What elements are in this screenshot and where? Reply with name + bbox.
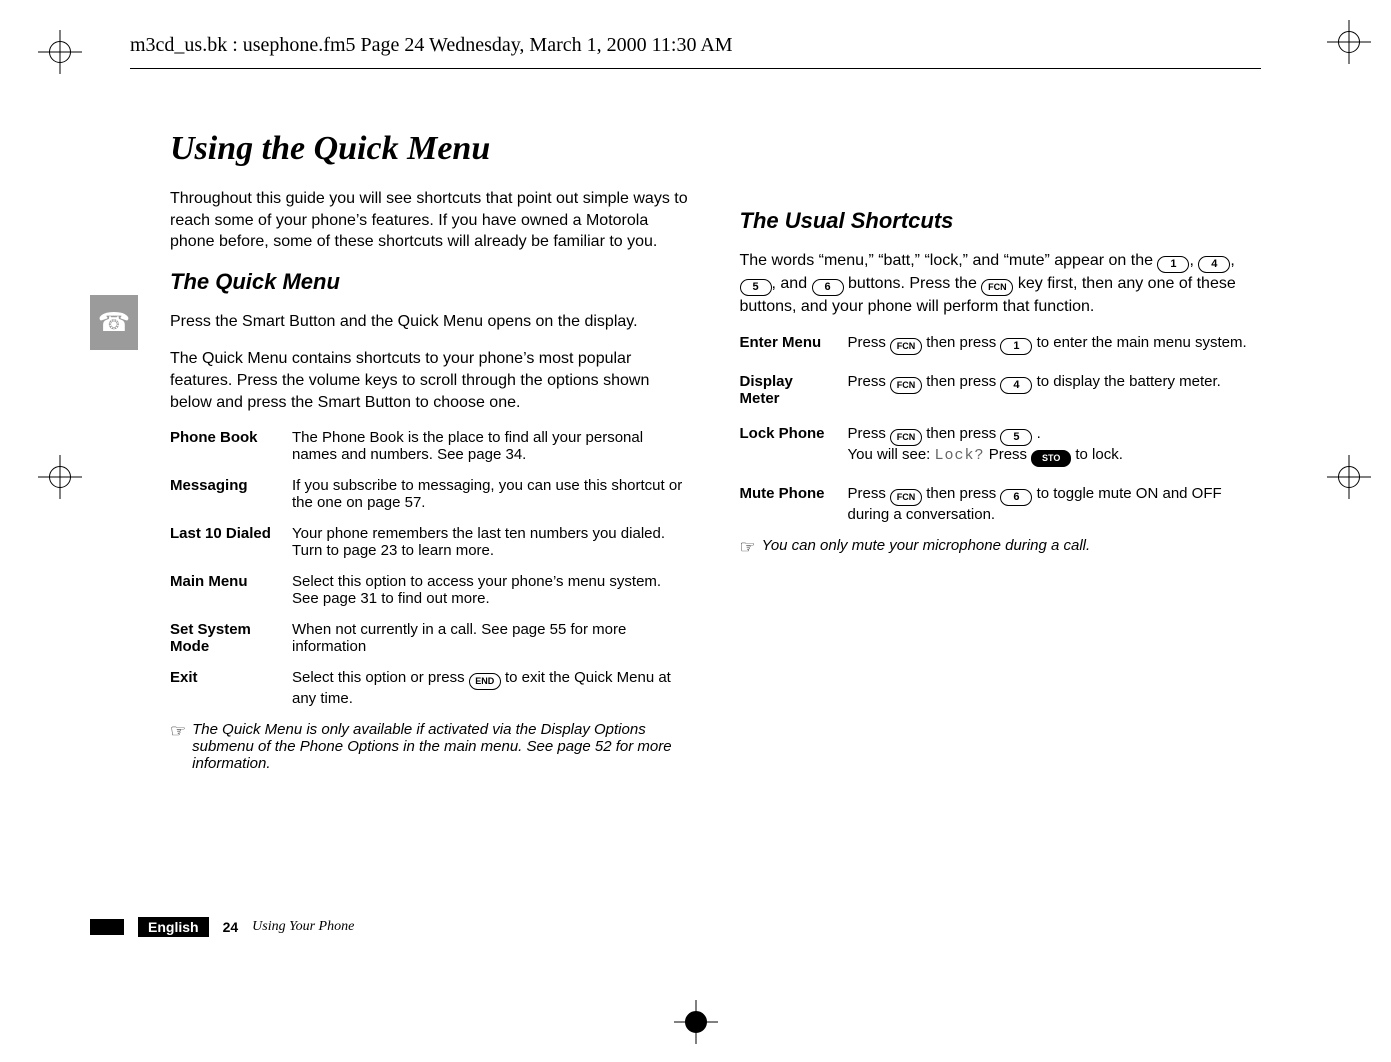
qm-item-desc: Your phone remembers the last ten number… [292,525,692,559]
qm-item-desc: Select this option or press END to exit … [292,669,692,707]
intro-paragraph: Throughout this guide you will see short… [170,188,692,253]
fcn-key-icon: FCN [890,377,922,394]
sto-key-icon: STO [1031,450,1071,467]
text-fragment: then press [926,485,1000,502]
registration-mark-icon [1327,455,1371,499]
text-fragment: . [1037,425,1041,442]
text-fragment: to enter the main menu system. [1037,334,1247,351]
quick-menu-p2: The Quick Menu contains shortcuts to you… [170,348,692,413]
quick-menu-table: Phone Book The Phone Book is the place t… [170,429,692,707]
qm-item-label: Set System Mode [170,621,280,655]
num-6-key-icon: 6 [812,279,844,296]
registration-mark-icon [38,455,82,499]
running-header: m3cd_us.bk : usephone.fm5 Page 24 Wednes… [130,34,733,57]
qm-item-desc: If you subscribe to messaging, you can u… [292,477,692,511]
right-column: The Usual Shortcuts The words “menu,” “b… [740,130,1262,912]
text-fragment: Press [848,425,891,442]
footer-black-box [90,919,124,935]
text-fragment: Press [848,485,891,502]
registration-mark-icon [1327,20,1371,64]
text-fragment: Press [989,446,1032,463]
text-fragment: The words “menu,” “batt,” “lock,” and “m… [740,252,1158,269]
pointing-hand-icon: ☞ [170,721,184,772]
qm-item-desc: When not currently in a call. See page 5… [292,621,692,655]
num-5-key-icon: 5 [740,279,772,296]
num-5-key-icon: 5 [1000,429,1032,446]
lcd-text: Lock? [935,447,985,464]
usual-shortcuts-heading: The Usual Shortcuts [740,208,1262,234]
shortcut-desc: Press FCN then press 6 to toggle mute ON… [848,485,1262,523]
left-column: Using the Quick Menu Throughout this gui… [170,130,692,912]
num-1-key-icon: 1 [1000,338,1032,355]
note-text: You can only mute your microphone during… [762,537,1261,558]
footer-language: English [138,917,209,937]
shortcut-desc: Press FCN then press 4 to display the ba… [848,373,1262,407]
text-fragment: , and [772,275,812,292]
pointing-hand-icon: ☞ [740,537,754,558]
header-rule [130,68,1261,69]
page-footer: English 24 Using Your Phone [90,917,354,937]
shortcut-label: Mute Phone [740,485,830,523]
qm-item-label: Last 10 Dialed [170,525,280,559]
shortcuts-note: ☞ You can only mute your microphone duri… [740,537,1262,558]
text-fragment: to display the battery meter. [1037,373,1221,390]
num-6-key-icon: 6 [1000,489,1032,506]
num-4-key-icon: 4 [1198,256,1230,273]
quick-menu-heading: The Quick Menu [170,269,692,295]
text-fragment: You will see: [848,446,935,463]
usual-shortcuts-intro: The words “menu,” “batt,” “lock,” and “m… [740,250,1262,318]
shortcut-label: Enter Menu [740,334,830,355]
qm-item-label: Main Menu [170,573,280,607]
registration-mark-icon [674,1000,718,1044]
shortcut-desc: Press FCN then press 1 to enter the main… [848,334,1262,355]
quick-menu-note: ☞ The Quick Menu is only available if ac… [170,721,692,772]
text-fragment: then press [926,425,1000,442]
text-fragment: then press [926,334,1000,351]
shortcut-table: Enter Menu Press FCN then press 1 to ent… [740,334,1262,523]
shortcut-label: Display Meter [740,373,830,407]
text-fragment: to lock. [1075,446,1123,463]
text-fragment: Press [848,373,891,390]
content-area: Using the Quick Menu Throughout this gui… [170,130,1261,912]
num-4-key-icon: 4 [1000,377,1032,394]
quick-menu-p1: Press the Smart Button and the Quick Men… [170,311,692,333]
registration-mark-icon [38,30,82,74]
text-fragment: buttons. Press the [848,275,981,292]
shortcut-desc: Press FCN then press 5 . You will see: L… [848,425,1262,467]
num-1-key-icon: 1 [1157,256,1189,273]
fcn-key-icon: FCN [890,338,922,355]
qm-item-label: Phone Book [170,429,280,463]
footer-page-number: 24 [223,919,239,935]
fcn-key-icon: FCN [890,489,922,506]
qm-item-label: Messaging [170,477,280,511]
end-key-icon: END [469,673,501,690]
page-title: Using the Quick Menu [170,130,692,168]
fcn-key-icon: FCN [890,429,922,446]
text-fragment: Select this option or press [292,669,469,686]
footer-section-title: Using Your Phone [252,919,354,935]
text-fragment: Press [848,334,891,351]
qm-item-label: Exit [170,669,280,707]
page: m3cd_us.bk : usephone.fm5 Page 24 Wednes… [0,0,1391,1062]
side-tab-icon: ☎ [90,295,138,350]
note-text: The Quick Menu is only available if acti… [192,721,691,772]
qm-item-desc: The Phone Book is the place to find all … [292,429,692,463]
text-fragment: then press [926,373,1000,390]
fcn-key-icon: FCN [981,279,1013,296]
shortcut-label: Lock Phone [740,425,830,467]
qm-item-desc: Select this option to access your phone’… [292,573,692,607]
phone-icon: ☎ [98,307,130,338]
